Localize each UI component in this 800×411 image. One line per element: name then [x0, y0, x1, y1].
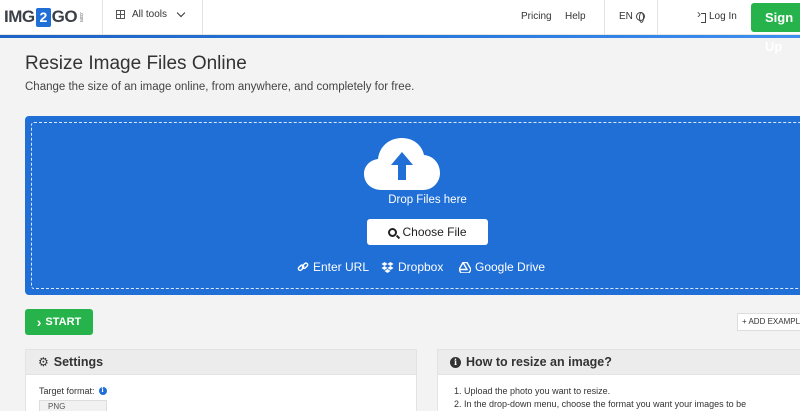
settings-title: Settings	[53, 355, 104, 369]
target-format-text: Target format:	[39, 386, 95, 396]
chevron-down-icon	[176, 8, 186, 18]
cloud-upload-icon	[364, 138, 440, 190]
enter-url-label: Enter URL	[313, 260, 370, 274]
google-drive-link[interactable]: Google Drive	[459, 260, 545, 274]
start-label: START	[45, 316, 82, 328]
divider	[657, 0, 658, 35]
choose-file-label: Choose File	[402, 225, 467, 239]
globe-icon	[635, 12, 645, 23]
site-logo[interactable]: IMG 2 GO .com	[4, 7, 84, 27]
help-link[interactable]: Help	[565, 11, 586, 22]
howto-steps: 1. Upload the photo you want to resize. …	[454, 385, 746, 411]
search-icon	[388, 227, 398, 237]
dropbox-link[interactable]: Dropbox	[381, 260, 443, 274]
add-example-label: ADD EXAMPLE	[748, 317, 800, 326]
settings-header: ⚙ Settings	[26, 350, 416, 375]
drop-files-text: Drop Files here	[388, 194, 467, 206]
divider	[604, 0, 605, 35]
divider	[102, 0, 103, 35]
list-item: 2. In the drop-down menu, choose the for…	[454, 399, 747, 409]
language-label: EN	[619, 11, 633, 22]
target-format-select[interactable]: PNG	[39, 400, 107, 411]
login-label: Log In	[709, 11, 737, 22]
login-link[interactable]: Log In	[697, 7, 737, 23]
logo-text-small: .com	[78, 12, 85, 22]
target-format-label: Target format: i	[39, 386, 107, 396]
choose-file-button[interactable]: Choose File	[367, 219, 488, 245]
google-drive-label: Google Drive	[475, 260, 546, 274]
info-icon[interactable]: i	[98, 387, 107, 395]
all-tools-label: All tools	[132, 9, 168, 20]
chevron-right-icon: ›	[36, 314, 42, 330]
add-example-button[interactable]: + ADD EXAMPLE	[737, 313, 800, 331]
list-item: 1. Upload the photo you want to resize.	[454, 386, 611, 396]
header-accent-bar	[0, 35, 800, 38]
logo-text-right: GO	[51, 7, 78, 26]
howto-title: How to resize an image?	[466, 355, 612, 369]
howto-panel: i How to resize an image? 1. Upload the …	[437, 349, 800, 411]
logo-text-left: IMG	[4, 7, 35, 26]
google-drive-icon	[459, 261, 471, 273]
link-icon	[297, 262, 309, 272]
plus-icon: +	[742, 317, 747, 326]
all-tools-menu[interactable]: All tools	[116, 8, 186, 20]
pricing-link[interactable]: Pricing	[521, 11, 552, 22]
dropbox-icon	[381, 262, 394, 273]
divider	[202, 0, 203, 35]
grid-icon	[116, 10, 125, 19]
gears-icon: ⚙	[38, 355, 49, 369]
info-circle-icon: i	[450, 356, 461, 368]
signup-button[interactable]: Sign Up	[751, 3, 800, 54]
dropbox-label: Dropbox	[398, 260, 444, 274]
start-button[interactable]: › START	[25, 309, 93, 335]
language-selector[interactable]: EN	[619, 11, 645, 23]
enter-url-link[interactable]: Enter URL	[297, 260, 369, 274]
login-icon	[697, 7, 706, 23]
logo-text-mid: 2	[35, 7, 51, 27]
top-navbar: IMG 2 GO .com All tools Pricing Help EN …	[0, 0, 800, 54]
page-title: Resize Image Files Online	[25, 53, 247, 74]
page-subtitle: Change the size of an image online, from…	[25, 81, 415, 93]
settings-panel: ⚙ Settings Target format: i PNG	[25, 349, 417, 411]
howto-header: i How to resize an image?	[438, 350, 800, 375]
